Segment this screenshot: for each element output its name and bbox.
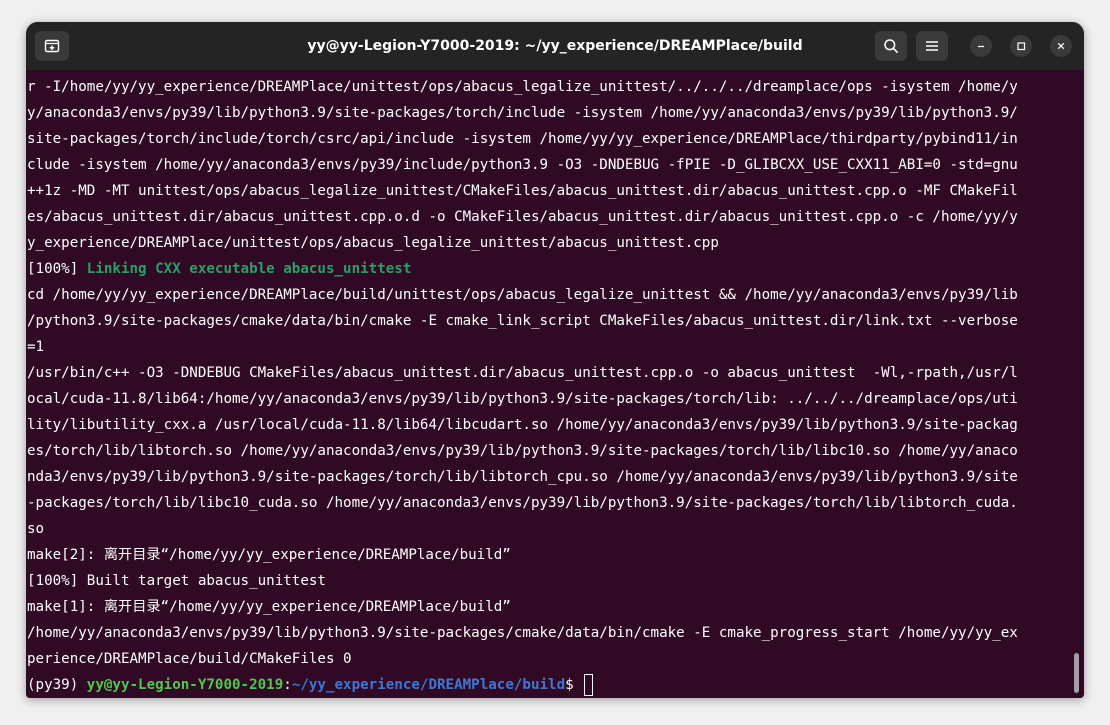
menu-button[interactable] — [916, 31, 948, 61]
text-cursor — [583, 674, 593, 696]
terminal-line: [100%] Built target abacus_unittest — [27, 573, 326, 589]
maximize-icon — [1017, 42, 1026, 51]
terminal-line: /usr/bin/c++ -O3 -DNDEBUG CMakeFiles/aba… — [27, 365, 1018, 381]
terminal-line: /home/yy/anaconda3/envs/py39/lib/python3… — [27, 625, 1018, 641]
minimize-icon — [978, 45, 984, 48]
prompt-env: (py39) — [27, 677, 87, 693]
terminal-line: y_experience/DREAMPlace/unittest/ops/aba… — [27, 235, 719, 251]
terminal-line: =1 — [27, 339, 45, 355]
title-bar[interactable]: yy@yy-Legion-Y7000-2019: ~/yy_experience… — [26, 22, 1084, 70]
terminal-line: lity/libutility_cxx.a /usr/local/cuda-11… — [27, 417, 1018, 433]
terminal-window: yy@yy-Legion-Y7000-2019: ~/yy_experience… — [26, 22, 1084, 698]
minimize-button[interactable] — [970, 35, 992, 57]
window-title: yy@yy-Legion-Y7000-2019: ~/yy_experience… — [307, 38, 803, 54]
terminal-line: make[1]: 离开目录“/home/yy/yy_experience/DRE… — [27, 599, 511, 615]
terminal-line: make[2]: 离开目录“/home/yy/yy_experience/DRE… — [27, 547, 511, 563]
scrollbar-thumb[interactable] — [1074, 653, 1079, 693]
terminal-line: site-packages/torch/include/torch/csrc/a… — [27, 131, 1018, 147]
hamburger-menu-icon — [926, 41, 938, 51]
prompt-dollar: $ — [565, 677, 574, 693]
prompt-colon: : — [283, 677, 292, 693]
terminal-line: es/abacus_unittest.dir/abacus_unittest.c… — [27, 209, 1018, 225]
close-icon — [1057, 42, 1065, 50]
terminal-output[interactable]: r -I/home/yy/yy_experience/DREAMPlace/un… — [26, 70, 1084, 698]
terminal-line: nda3/envs/py39/lib/python3.9/site-packag… — [27, 469, 1018, 485]
terminal-line: r -I/home/yy/yy_experience/DREAMPlace/un… — [27, 79, 1018, 95]
close-button[interactable] — [1050, 35, 1072, 57]
terminal-line: so — [27, 521, 45, 537]
search-icon — [884, 39, 898, 53]
terminal-line: es/torch/lib/libtorch.so /home/yy/anacon… — [27, 443, 1018, 459]
terminal-line: y/anaconda3/envs/py39/lib/python3.9/site… — [27, 105, 1018, 121]
prompt-user-host: yy@yy-Legion-Y7000-2019 — [86, 677, 284, 693]
terminal-line: perience/DREAMPlace/build/CMakeFiles 0 — [27, 651, 352, 667]
linking-message: Linking CXX executable abacus_unittest — [86, 261, 412, 277]
new-tab-button[interactable] — [35, 31, 69, 61]
terminal-line: -packages/torch/lib/libc10_cuda.so /home… — [27, 495, 1018, 511]
new-tab-icon — [44, 39, 60, 53]
maximize-button[interactable] — [1010, 35, 1032, 57]
search-button[interactable] — [875, 31, 907, 61]
terminal-line: cd /home/yy/yy_experience/DREAMPlace/bui… — [27, 287, 1018, 303]
prompt-path: ~/yy_experience/DREAMPlace/build — [291, 677, 566, 693]
terminal-line: /python3.9/site-packages/cmake/data/bin/… — [27, 313, 1018, 329]
terminal-line-linking: [100%] Linking CXX executable abacus_uni… — [27, 256, 1018, 282]
shell-prompt[interactable]: (py39) yy@yy-Legion-Y7000-2019:~/yy_expe… — [27, 672, 1018, 698]
terminal-line: clude -isystem /home/yy/anaconda3/envs/p… — [27, 157, 1018, 173]
terminal-line: ocal/cuda-11.8/lib64:/home/yy/anaconda3/… — [27, 391, 1018, 407]
progress-prefix: [100%] — [27, 261, 87, 277]
terminal-line: ++1z -MD -MT unittest/ops/abacus_legaliz… — [27, 183, 1018, 199]
terminal-lines: r -I/home/yy/yy_experience/DREAMPlace/un… — [27, 74, 1018, 698]
